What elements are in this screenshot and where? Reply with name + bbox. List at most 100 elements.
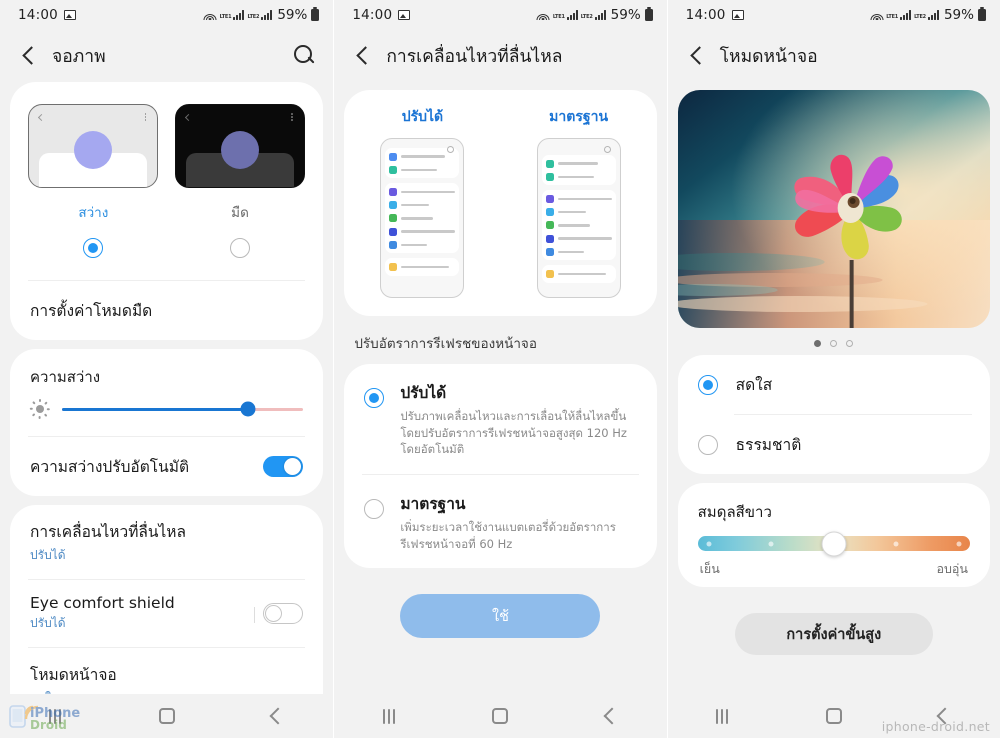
- auto-brightness-row[interactable]: ความสว่างปรับอัตโนมัติ: [10, 437, 323, 496]
- option-adaptive[interactable]: ปรับได้ ปรับภาพเคลื่อนไหวและการเลื่อนให้…: [344, 364, 656, 474]
- app-bar: โหมดหน้าจอ: [668, 30, 1000, 82]
- item-title: การเคลื่อนไหวที่ลื่นไหล: [30, 523, 187, 541]
- list-item-screen-mode[interactable]: โหมดหน้าจอ สดใส: [10, 648, 323, 694]
- home-icon[interactable]: [492, 708, 509, 724]
- sim1-label: LTE1: [552, 14, 565, 20]
- back-nav-icon[interactable]: [603, 707, 621, 725]
- preview-back-icon: [38, 113, 46, 122]
- sim2-label: LTE2: [580, 14, 593, 20]
- option-adaptive-radio[interactable]: [364, 388, 385, 408]
- mini-row: [542, 232, 616, 245]
- theme-option-light[interactable]: สว่าง: [20, 104, 167, 258]
- mini-row: [385, 260, 459, 273]
- demo-standard-label: มาตรฐาน: [549, 109, 609, 125]
- back-nav-icon[interactable]: [936, 707, 954, 725]
- home-icon[interactable]: [158, 708, 175, 724]
- list-item-motion-smoothness[interactable]: การเคลื่อนไหวที่ลื่นไหล ปรับได้: [10, 505, 323, 579]
- white-balance-track[interactable]: [697, 531, 970, 556]
- theme-row: สว่าง มืด: [10, 82, 323, 262]
- sim1-label: LTE1: [886, 14, 899, 20]
- page-title: โหมดหน้าจอ: [719, 47, 818, 67]
- battery-icon: [311, 9, 320, 21]
- pager-dot-1[interactable]: [814, 340, 822, 347]
- white-balance-warm-label: อบอุ่น: [936, 561, 968, 576]
- theme-option-dark[interactable]: มืด: [167, 104, 314, 258]
- demo-row: ปรับได้ มาตรฐาน: [344, 106, 656, 298]
- white-balance-card: สมดุลสีขาว เย็น อบอุ่น: [677, 483, 990, 587]
- dark-theme-radio[interactable]: [230, 238, 250, 258]
- status-bar: 14:00 LTE1 LTE2 59%: [668, 0, 1000, 30]
- mini-row: [542, 170, 616, 183]
- white-balance-label: สมดุลสีขาว: [697, 503, 772, 521]
- preview-more-icon: [291, 113, 293, 123]
- mini-row: [385, 199, 459, 212]
- brightness-slider[interactable]: [62, 401, 304, 417]
- option-standard-radio[interactable]: [364, 499, 385, 520]
- mini-row: [542, 267, 616, 280]
- dark-mode-settings-item[interactable]: การตั้งค่าโหมดมืด: [10, 281, 323, 340]
- demo-adaptive-label: ปรับได้: [401, 109, 444, 125]
- status-bar: 14:00 LTE1 LTE2 59%: [0, 0, 333, 30]
- mini-row: [542, 245, 616, 258]
- white-balance-cool-label: เย็น: [699, 561, 720, 576]
- section-label-refresh-rate: ปรับอัตราการรีเฟรชของหน้าจอ: [354, 336, 537, 352]
- display-options-card: การเคลื่อนไหวที่ลื่นไหล ปรับได้ Eye comf…: [10, 505, 324, 694]
- slider-knob[interactable]: [240, 401, 256, 417]
- wb-tick-2: [768, 541, 774, 546]
- pager-dot-3[interactable]: [846, 340, 854, 347]
- mini-group: [541, 155, 616, 186]
- item-title: โหมดหน้าจอ: [30, 666, 117, 684]
- wb-tick-1: [706, 541, 712, 546]
- brightness-card: ความสว่าง ความสว่างปรับอัตโนมัติ: [10, 349, 324, 496]
- image-icon: [63, 10, 76, 20]
- brightness-label: ความสว่าง: [30, 368, 101, 386]
- screen-motion-smoothness: 14:00 LTE1 LTE2 59% การเคลื่อนไหวที่ลื่น…: [333, 0, 667, 738]
- option-standard-desc: เพิ่มระยะเวลาใช้งานแบตเตอรี่ด้วยอัตราการ…: [400, 520, 616, 551]
- sim1-signal-icon: LTE1: [553, 10, 578, 20]
- back-icon[interactable]: [346, 39, 380, 73]
- navigation-bar: [334, 694, 667, 738]
- mode-natural-label: ธรรมชาติ: [735, 436, 802, 454]
- mode-option-vivid[interactable]: สดใส: [678, 355, 990, 414]
- recent-apps-icon[interactable]: [716, 708, 729, 724]
- mini-phone-standard: [536, 138, 621, 298]
- mini-phone-adaptive: [380, 138, 465, 298]
- light-theme-radio[interactable]: [83, 238, 104, 258]
- status-time: 14:00: [18, 7, 58, 23]
- mode-natural-radio[interactable]: [697, 434, 718, 455]
- recent-apps-icon[interactable]: [48, 708, 61, 724]
- mode-vivid-radio[interactable]: [697, 374, 718, 395]
- search-icon[interactable]: [289, 41, 319, 71]
- white-balance-knob[interactable]: [821, 531, 847, 556]
- mode-option-natural[interactable]: ธรรมชาติ: [678, 415, 990, 474]
- screen3-body: สดใส ธรรมชาติ สมดุลสีขาว เย็น อบอุ่น การ…: [668, 82, 1000, 694]
- demo-adaptive: ปรับได้: [344, 106, 500, 298]
- advanced-settings-button[interactable]: การตั้งค่าขั้นสูง: [734, 613, 933, 655]
- option-standard[interactable]: มาตรฐาน เพิ่มระยะเวลาใช้งานแบตเตอรี่ด้วย…: [344, 475, 656, 568]
- mini-row: [385, 212, 459, 225]
- mini-group: [385, 258, 460, 276]
- brightness-row: [10, 389, 323, 436]
- back-icon[interactable]: [12, 39, 46, 73]
- white-balance-slider[interactable]: เย็น อบอุ่น: [678, 524, 990, 587]
- light-theme-label: สว่าง: [78, 205, 109, 221]
- sim2-signal-icon: LTE2: [914, 10, 939, 20]
- auto-brightness-toggle[interactable]: [263, 456, 304, 477]
- site-watermark: iphone-droid.net: [881, 719, 990, 734]
- preview-back-icon: [184, 113, 193, 122]
- sim2-signal-icon: LTE2: [581, 10, 606, 20]
- item-title: Eye comfort shield: [30, 594, 175, 612]
- list-item-eye-comfort-shield[interactable]: Eye comfort shield ปรับได้: [10, 580, 323, 647]
- sim1-signal-icon: LTE1: [886, 10, 912, 20]
- recent-apps-icon[interactable]: [383, 708, 396, 724]
- apply-button[interactable]: ใช้: [400, 594, 601, 639]
- eye-comfort-toggle[interactable]: [254, 603, 304, 624]
- dark-theme-label: มืด: [231, 205, 249, 221]
- wallpaper-pager[interactable]: [668, 328, 1000, 351]
- back-icon[interactable]: [680, 39, 714, 73]
- image-icon: [731, 10, 744, 20]
- home-icon[interactable]: [825, 708, 842, 724]
- pager-dot-2[interactable]: [830, 340, 838, 347]
- sim2-signal-icon: LTE2: [247, 10, 273, 20]
- back-nav-icon[interactable]: [269, 707, 287, 725]
